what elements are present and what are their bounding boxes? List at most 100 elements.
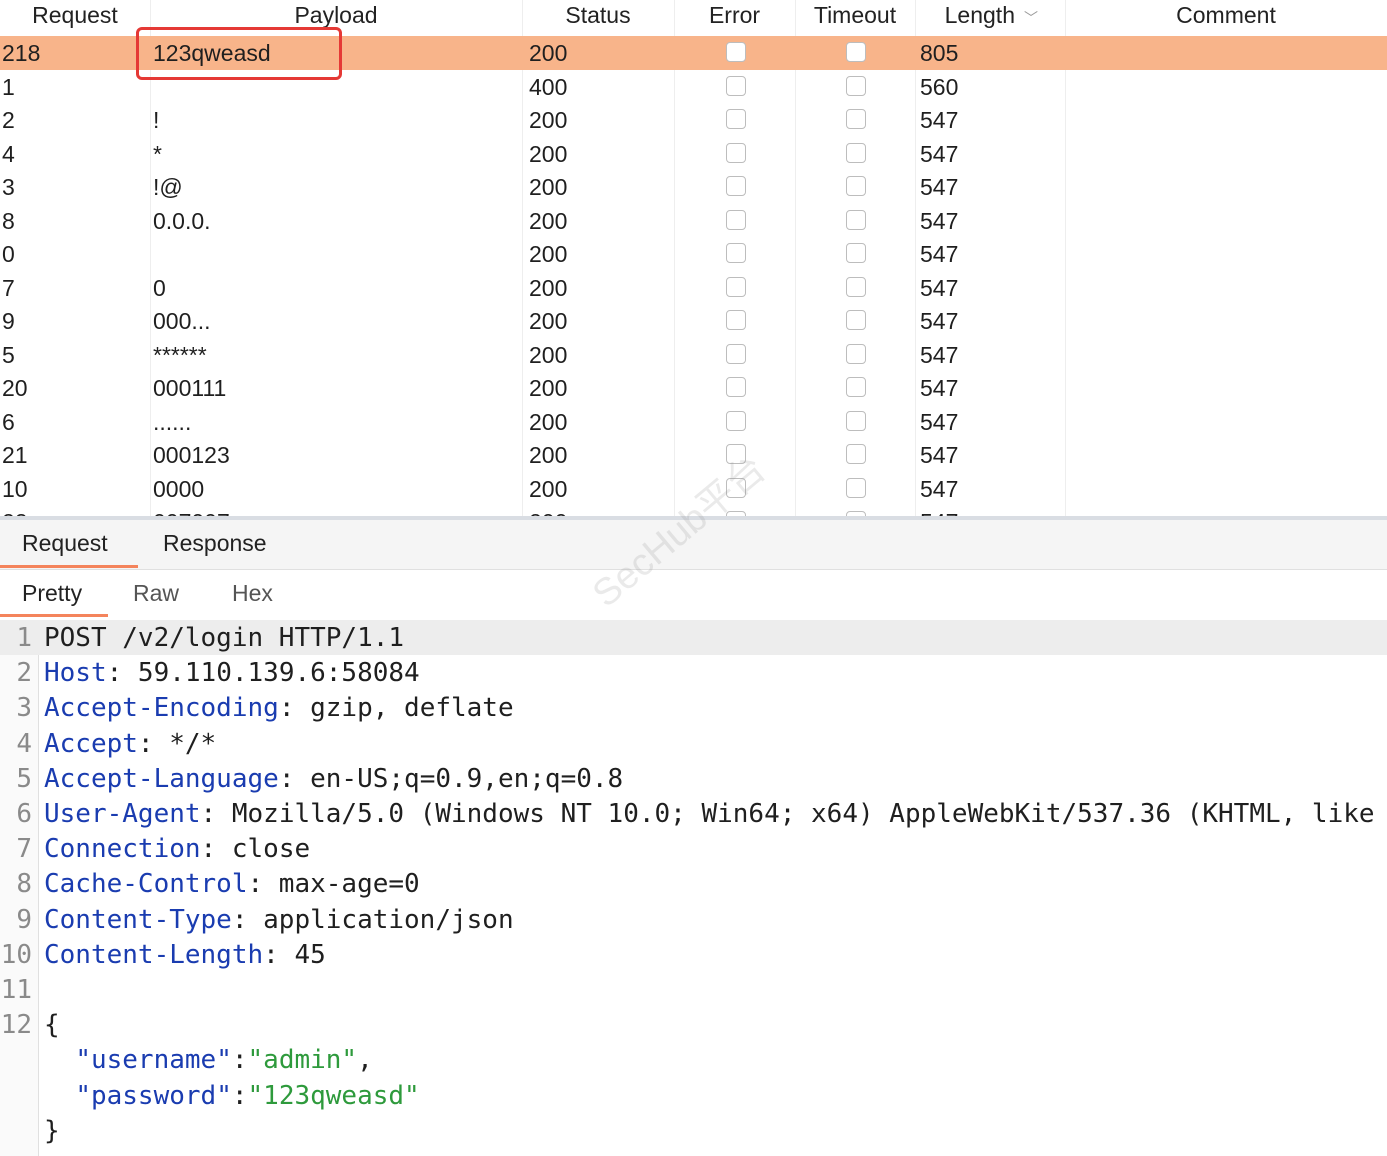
error-checkbox[interactable]	[726, 276, 746, 297]
response-length: 547	[920, 341, 959, 368]
table-row[interactable]: 2! 200 547	[0, 103, 1387, 137]
status-code: 200	[529, 140, 568, 167]
response-length: 547	[920, 274, 959, 301]
table-row[interactable]: 20 000111 200 547	[0, 371, 1387, 405]
code-text: Host: 59.110.139.6:58084	[44, 655, 420, 692]
table-row[interactable]: 9 000... 200 547	[0, 304, 1387, 338]
status-code: 200	[529, 408, 568, 435]
error-checkbox[interactable]	[726, 377, 746, 397]
timeout-checkbox[interactable]	[846, 377, 866, 397]
code-text: Accept-Language: en-US;q=0.9,en;q=0.8	[44, 761, 623, 798]
json-value: "admin"	[247, 1045, 358, 1076]
column-header-error[interactable]: Error	[674, 0, 795, 34]
header-colon: :	[263, 939, 279, 970]
code-text: Content-Type: application/json	[44, 902, 514, 939]
json-key: "password"	[75, 1080, 232, 1111]
timeout-checkbox[interactable]	[846, 109, 866, 129]
line-number: 1	[16, 623, 32, 653]
subtab-hex[interactable]: Hex	[232, 580, 273, 607]
response-length: 547	[920, 308, 959, 334]
table-row[interactable]: 3 !@ 200 547	[0, 170, 1387, 204]
response-length: 547	[920, 140, 959, 167]
code-text: {	[44, 1010, 60, 1041]
column-header-timeout[interactable]: Timeout	[795, 0, 915, 34]
column-header-status[interactable]: Status	[522, 0, 674, 34]
request-number: 6	[2, 408, 15, 435]
payload-value: 000...	[153, 308, 211, 334]
column-header-request[interactable]: Request	[0, 0, 150, 34]
timeout-checkbox[interactable]	[846, 42, 866, 62]
table-row[interactable]: 0 200 547	[0, 237, 1387, 271]
error-checkbox[interactable]	[726, 209, 746, 230]
status-code: 200	[529, 107, 568, 133]
timeout-checkbox[interactable]	[846, 209, 866, 230]
subtab-pretty[interactable]: Pretty	[22, 580, 82, 607]
error-checkbox[interactable]	[726, 243, 746, 263]
line-number: 11	[0, 975, 32, 1005]
timeout-checkbox[interactable]	[846, 343, 866, 364]
header-name: Connection	[44, 834, 201, 865]
timeout-checkbox[interactable]	[846, 444, 866, 464]
error-checkbox[interactable]	[726, 310, 746, 330]
payload-value: 000111	[153, 375, 227, 401]
timeout-checkbox[interactable]	[846, 276, 866, 297]
table-row[interactable]: 7 0 200 547	[0, 271, 1387, 305]
timeout-checkbox[interactable]	[846, 243, 866, 263]
timeout-checkbox[interactable]	[846, 75, 866, 96]
header-colon: :	[278, 693, 295, 724]
timeout-checkbox[interactable]	[846, 176, 866, 196]
table-row[interactable]: 6...... 200 547	[0, 405, 1387, 439]
header-value: 59.110.139.6:58084	[122, 658, 420, 689]
intruder-results-table: Request Payload Status Error Timeout Len…	[0, 0, 1387, 518]
code-line: "username":"admin",	[0, 1042, 1387, 1077]
json-trailing: ,	[357, 1045, 373, 1076]
tab-request[interactable]: Request	[22, 530, 108, 557]
error-checkbox[interactable]	[726, 75, 746, 96]
error-checkbox[interactable]	[726, 343, 746, 364]
header-colon: :	[247, 869, 264, 900]
code-line: 3 Accept-Encoding: gzip, deflate	[0, 690, 1387, 725]
response-length: 805	[920, 40, 959, 66]
request-editor[interactable]: 1 POST /v2/login HTTP/1.1 2 Host: 59.110.13…	[0, 620, 1387, 1156]
request-number: 2	[2, 107, 15, 133]
line-number: 6	[16, 799, 32, 829]
code-line: 7 Connection: close	[0, 831, 1387, 866]
table-row[interactable]: 5 ****** 200 547	[0, 338, 1387, 372]
payload-value: *	[153, 140, 162, 167]
header-name: Host	[44, 658, 107, 689]
table-row[interactable]: 21 000123 200 547	[0, 438, 1387, 472]
subtab-raw[interactable]: Raw	[133, 580, 179, 607]
request-number: 9	[2, 308, 15, 334]
response-length: 560	[920, 73, 959, 100]
timeout-checkbox[interactable]	[846, 142, 866, 163]
chevron-down-icon[interactable]: ﹀	[1024, 8, 1038, 28]
request-number: 3	[2, 174, 15, 200]
header-name: Content-Length	[44, 939, 264, 970]
request-number: 1	[2, 73, 15, 100]
header-colon: :	[200, 834, 217, 865]
json-colon: :	[231, 1045, 248, 1076]
table-row[interactable]: 4 * 200 547	[0, 137, 1387, 171]
timeout-checkbox[interactable]	[846, 310, 866, 330]
code-line: 6 User-Agent: Mozilla/5.0 (Windows NT 10.…	[0, 796, 1387, 831]
response-length: 547	[920, 241, 959, 267]
status-code: 200	[529, 475, 568, 502]
table-row[interactable]: 8 0.0.0. 200 547	[0, 204, 1387, 238]
header-colon: :	[231, 904, 248, 935]
error-checkbox[interactable]	[726, 410, 746, 431]
error-checkbox[interactable]	[726, 142, 746, 163]
code-line: 11	[0, 972, 1387, 1007]
tab-response[interactable]: Response	[163, 530, 267, 557]
status-code: 200	[529, 341, 568, 368]
error-checkbox[interactable]	[726, 176, 746, 196]
payload-value: ......	[153, 408, 192, 435]
error-checkbox[interactable]	[726, 109, 746, 129]
code-line: 4 Accept: */*	[0, 726, 1387, 761]
timeout-checkbox[interactable]	[846, 410, 866, 431]
column-header-length[interactable]: Length	[915, 0, 1015, 34]
column-header-comment[interactable]: Comment	[1065, 0, 1387, 34]
error-checkbox[interactable]	[726, 42, 746, 62]
status-code: 200	[529, 40, 568, 66]
header-colon: :	[200, 799, 217, 829]
timeout-checkbox[interactable]	[846, 477, 866, 498]
